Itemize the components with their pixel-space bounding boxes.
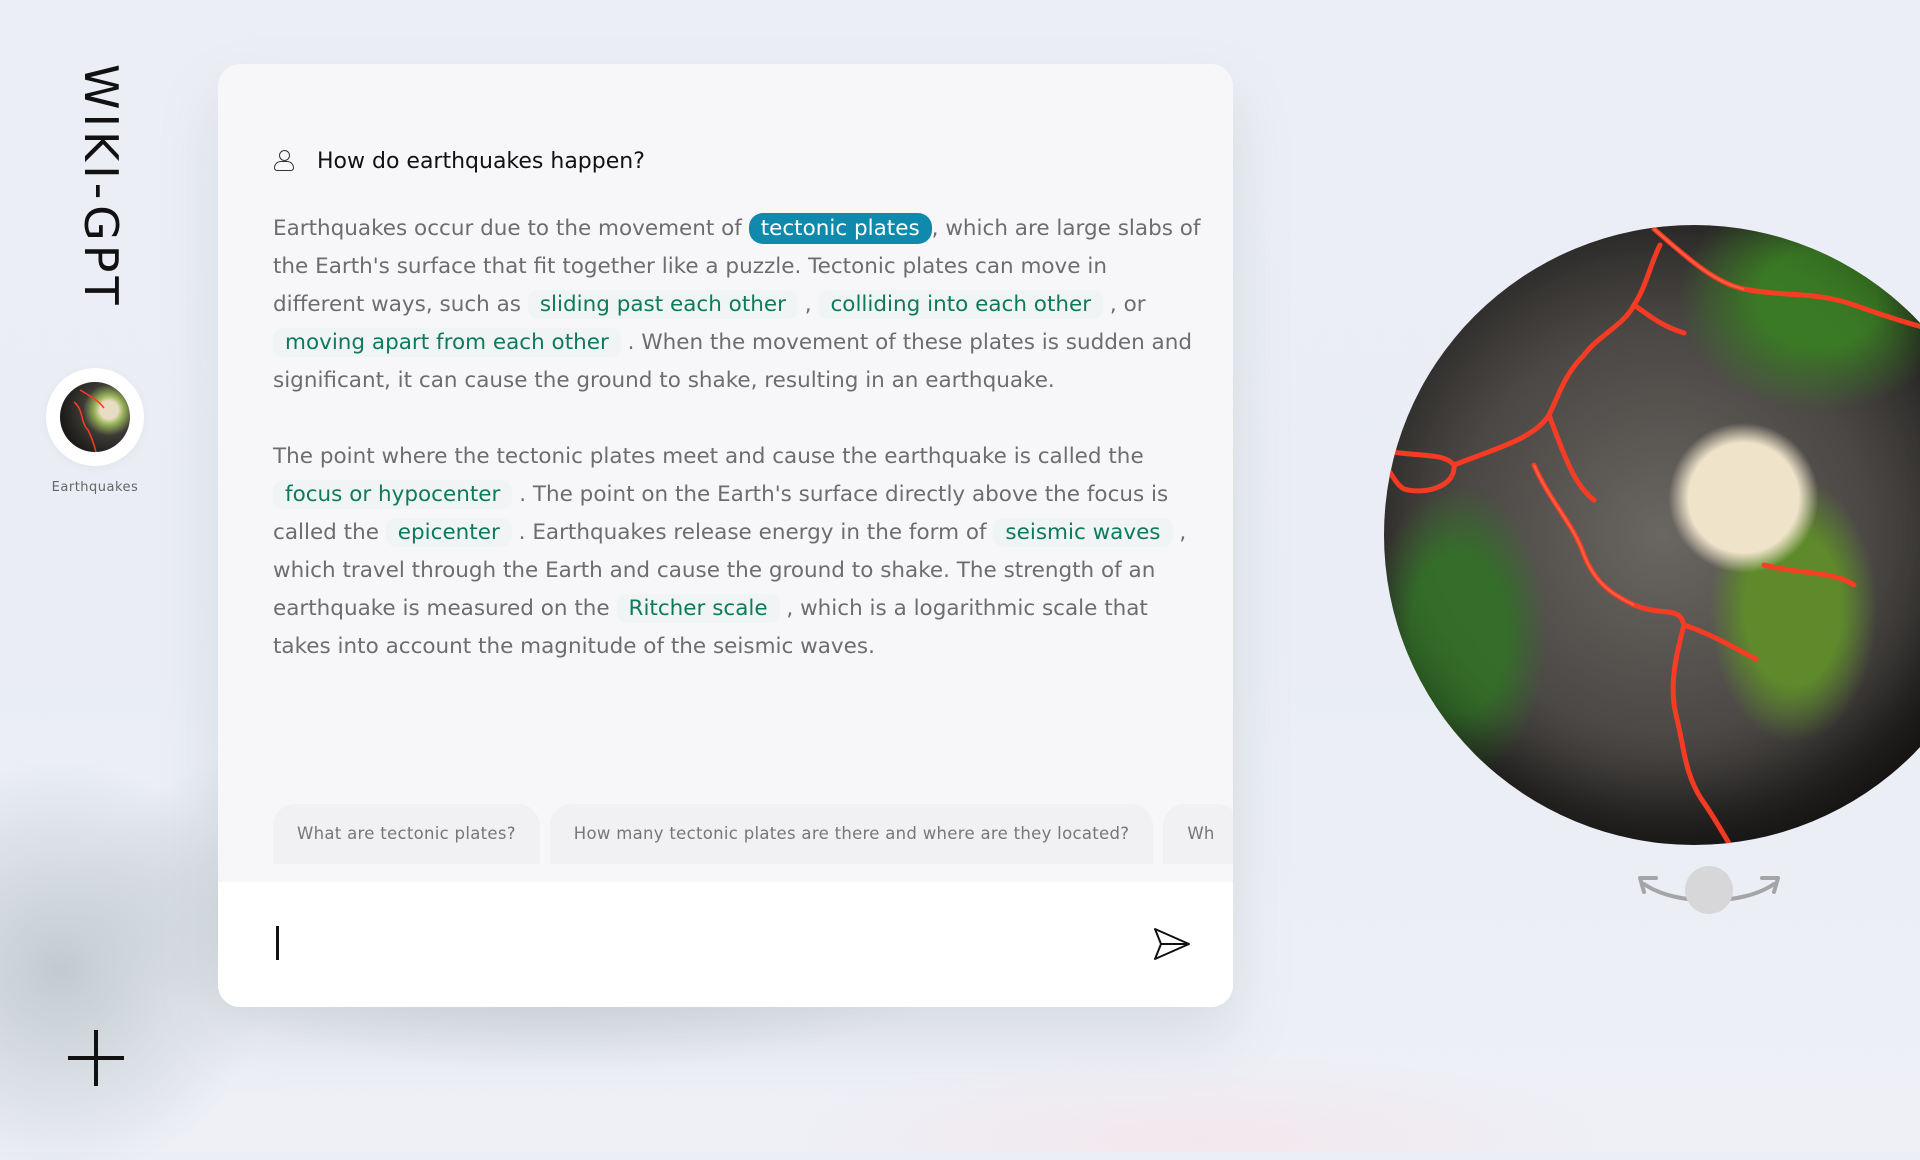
user-icon	[273, 148, 295, 174]
user-question: How do earthquakes happen?	[273, 148, 645, 174]
answer-text-span: ,	[797, 292, 819, 317]
app-logo: WIKI-GPT	[74, 64, 128, 309]
answer-text: Earthquakes occur due to the movement of…	[273, 210, 1203, 704]
keyword-ritcher-scale[interactable]: Ritcher scale	[616, 594, 780, 623]
keyword-seismic-waves[interactable]: seismic waves	[993, 518, 1173, 547]
answer-text-span: , or	[1103, 292, 1146, 317]
globe-rotate-control[interactable]	[1636, 862, 1782, 918]
answer-paragraph-1: Earthquakes occur due to the movement of…	[273, 210, 1203, 400]
text-cursor	[276, 926, 279, 960]
chat-panel: How do earthquakes happen? Earthquakes o…	[218, 64, 1233, 1007]
fault-lines	[1384, 225, 1920, 845]
keyword-focus-or-hypocenter[interactable]: focus or hypocenter	[273, 480, 513, 509]
answer-text-span: Earthquakes occur due to the movement of	[273, 216, 749, 241]
keyword-colliding-into-each-other[interactable]: colliding into each other	[818, 290, 1104, 319]
topic-earthquakes-label: Earthquakes	[51, 480, 139, 495]
rotate-handle[interactable]	[1685, 866, 1733, 914]
suggestion-chip[interactable]: Wh	[1163, 804, 1233, 864]
keyword-sliding-past-each-other[interactable]: sliding past each other	[527, 290, 798, 319]
suggestion-chip[interactable]: How many tectonic plates are there and w…	[549, 804, 1154, 864]
earth-thumbnail-icon	[60, 382, 130, 452]
keyword-tectonic-plates[interactable]: tectonic plates	[748, 213, 932, 244]
message-input[interactable]	[218, 882, 1233, 1007]
question-text: How do earthquakes happen?	[317, 148, 645, 174]
keyword-epicenter[interactable]: epicenter	[385, 518, 512, 547]
keyword-moving-apart-from-each-other[interactable]: moving apart from each other	[273, 328, 621, 357]
answer-paragraph-2: The point where the tectonic plates meet…	[273, 438, 1203, 666]
send-button[interactable]	[1152, 926, 1192, 962]
topic-earthquakes-avatar[interactable]	[46, 368, 144, 466]
answer-text-span: The point where the tectonic plates meet…	[273, 444, 1144, 469]
answer-text-span: . Earthquakes release energy in the form…	[511, 520, 994, 545]
new-topic-button[interactable]	[68, 1030, 124, 1086]
earth-globe-visualization[interactable]	[1384, 225, 1920, 845]
suggestion-chips: What are tectonic plates? How many tecto…	[273, 804, 1233, 864]
paper-plane-icon	[1154, 928, 1190, 960]
suggestion-chip[interactable]: What are tectonic plates?	[273, 804, 540, 864]
